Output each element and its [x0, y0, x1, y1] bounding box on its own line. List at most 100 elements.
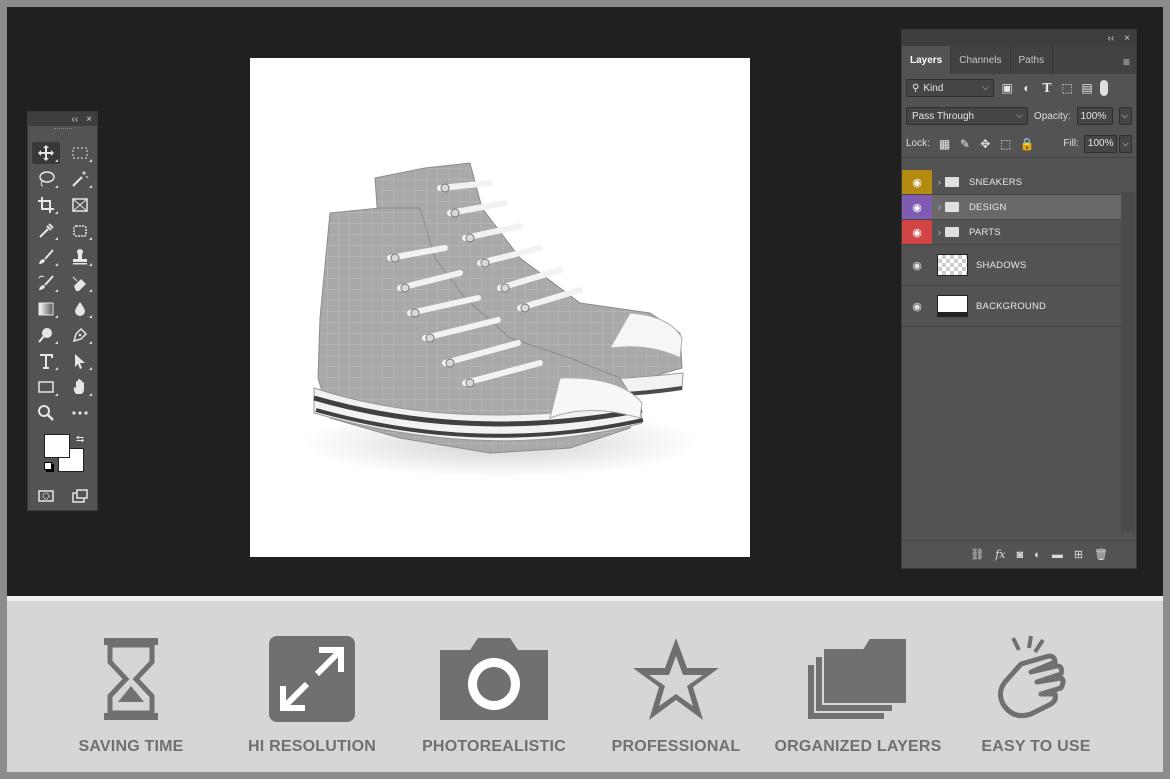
adjustment-layer-icon[interactable]: ◐ — [1034, 549, 1041, 561]
tab-channels[interactable]: Channels — [951, 46, 1011, 74]
filter-kind-select[interactable]: ⚲ Kind ⌵ — [906, 79, 994, 97]
panel-menu-icon[interactable]: ≡ — [1123, 55, 1130, 69]
layer-row-parts[interactable]: ◉ › PARTS — [902, 220, 1122, 245]
collapse-icon[interactable]: ‹‹ — [1107, 33, 1114, 44]
feature-label: PHOTOREALISTIC — [422, 738, 566, 755]
eyedropper-tool[interactable] — [32, 220, 60, 242]
rectangle-tool[interactable] — [32, 376, 60, 398]
chevron-right-icon[interactable]: › — [938, 227, 941, 237]
toolbox-grip[interactable] — [28, 126, 97, 132]
feature-hi-resolution: HI RESOLUTION — [222, 634, 402, 756]
pen-tool[interactable] — [66, 324, 94, 346]
chevron-right-icon[interactable]: › — [938, 177, 941, 187]
visibility-toggle[interactable]: ◉ — [902, 170, 932, 194]
hand-icon — [73, 379, 84, 394]
dodge-tool[interactable] — [32, 324, 60, 346]
smart-object-filter-icon[interactable]: ▤ — [1080, 81, 1094, 95]
rect-marquee-tool[interactable] — [66, 142, 94, 164]
history-brush-tool[interactable] — [32, 272, 60, 294]
panel-titlebar[interactable]: ‹‹ × — [902, 30, 1136, 46]
tools-panel: ‹‹ × ⇆ — [27, 111, 98, 511]
close-icon[interactable]: × — [86, 114, 92, 125]
gradient-icon — [38, 302, 54, 316]
lock-all-icon[interactable]: 🔒 — [1020, 137, 1035, 151]
ellipsis-icon — [72, 411, 88, 415]
adjustment-filter-icon[interactable]: ◐ — [1020, 81, 1034, 95]
layer-row-design[interactable]: ◉ › DESIGN — [902, 195, 1122, 220]
layer-row-background[interactable]: ◉ BACKGROUND — [902, 286, 1122, 327]
add-mask-icon[interactable]: ◙ — [1017, 549, 1024, 561]
new-layer-icon[interactable]: ⊞ — [1074, 548, 1083, 561]
gradient-tool[interactable] — [32, 298, 60, 320]
camera-icon — [440, 638, 548, 720]
path-selection-tool[interactable] — [66, 350, 94, 372]
visibility-toggle[interactable]: ◉ — [902, 220, 932, 244]
trash-icon[interactable]: 🗑 — [1094, 548, 1108, 561]
more-tools[interactable] — [66, 402, 94, 424]
chevron-down-icon: ⌵ — [982, 82, 989, 92]
eraser-tool[interactable] — [66, 272, 94, 294]
screen-mode-icon — [72, 489, 88, 503]
close-icon[interactable]: × — [1124, 33, 1130, 44]
type-tool[interactable] — [32, 350, 60, 372]
brush-tool[interactable] — [32, 246, 60, 268]
layer-thumbnail — [937, 295, 968, 317]
visibility-toggle[interactable]: ◉ — [902, 245, 932, 285]
collapse-icon[interactable]: ‹‹ — [71, 114, 78, 125]
hourglass-icon — [104, 638, 158, 720]
shape-filter-icon[interactable]: ⬚ — [1060, 81, 1074, 95]
feature-saving-time: SAVING TIME — [41, 634, 221, 756]
eye-icon: ◉ — [912, 201, 922, 214]
fx-icon[interactable]: fx — [995, 548, 1005, 561]
hand-tool[interactable] — [66, 376, 94, 398]
lasso-tool[interactable] — [32, 168, 60, 190]
foreground-color-swatch[interactable] — [44, 434, 70, 458]
patch-tool[interactable] — [66, 220, 94, 242]
opacity-input[interactable]: 100% — [1076, 107, 1113, 125]
magic-wand-tool[interactable] — [66, 168, 94, 190]
lock-brush-icon[interactable]: ✎ — [959, 137, 970, 151]
default-colors-icon[interactable] — [44, 462, 52, 470]
lock-artboard-icon[interactable]: ⬚ — [1000, 137, 1011, 151]
blend-mode-select[interactable]: Pass Through ⌵ — [906, 107, 1028, 125]
quick-mask-button[interactable] — [32, 485, 60, 507]
visibility-toggle[interactable]: ◉ — [902, 195, 932, 219]
layer-row-sneakers[interactable]: ◉ › SNEAKERS — [902, 170, 1122, 195]
move-tool[interactable] — [32, 142, 60, 164]
type-filter-icon[interactable]: T — [1040, 81, 1054, 95]
filter-toggle[interactable] — [1100, 80, 1108, 96]
fill-input[interactable]: 100% — [1083, 134, 1118, 153]
lock-transparent-icon[interactable]: ▦ — [939, 137, 950, 151]
fill-dropdown[interactable]: ⌵ — [1119, 134, 1132, 153]
visibility-toggle[interactable]: ◉ — [902, 286, 932, 326]
feature-photorealistic: PHOTOREALISTIC — [404, 634, 584, 756]
screen-mode-button[interactable] — [66, 485, 94, 507]
photoshop-workspace: ‹‹ × ⇆ ‹‹ × Layers Channels Paths ≡ ⚲ Ki… — [7, 7, 1163, 596]
layer-row-shadows[interactable]: ◉ SHADOWS — [902, 245, 1122, 286]
blend-row: Pass Through ⌵ Opacity: 100% ⌵ — [902, 102, 1136, 130]
swap-colors-icon[interactable]: ⇆ — [76, 434, 84, 445]
opacity-dropdown[interactable]: ⌵ — [1118, 107, 1132, 125]
link-layers-icon[interactable]: ⛓ — [970, 548, 984, 561]
eye-icon: ◉ — [912, 176, 922, 189]
layers-scrollbar[interactable] — [1121, 192, 1135, 532]
pixel-filter-icon[interactable]: ▣ — [1000, 81, 1014, 95]
zoom-tool[interactable] — [32, 402, 60, 424]
panel-tabs: Layers Channels Paths ≡ — [902, 46, 1136, 74]
sneakers-image — [300, 162, 700, 478]
tab-paths[interactable]: Paths — [1011, 46, 1054, 74]
eye-icon: ◉ — [912, 226, 922, 239]
toolbox-titlebar[interactable]: ‹‹ × — [28, 112, 97, 126]
eye-icon: ◉ — [912, 259, 922, 272]
lock-position-icon[interactable]: ✥ — [980, 137, 991, 151]
new-group-icon[interactable]: ▬ — [1052, 549, 1063, 561]
blur-tool[interactable] — [66, 298, 94, 320]
chevron-right-icon[interactable]: › — [938, 202, 941, 212]
star-icon — [633, 638, 719, 720]
clone-stamp-tool[interactable] — [66, 246, 94, 268]
frame-tool[interactable] — [66, 194, 94, 216]
tab-layers[interactable]: Layers — [902, 46, 952, 74]
crop-tool[interactable] — [32, 194, 60, 216]
document-canvas[interactable] — [250, 58, 750, 557]
chevron-down-icon: ⌵ — [1016, 110, 1023, 120]
